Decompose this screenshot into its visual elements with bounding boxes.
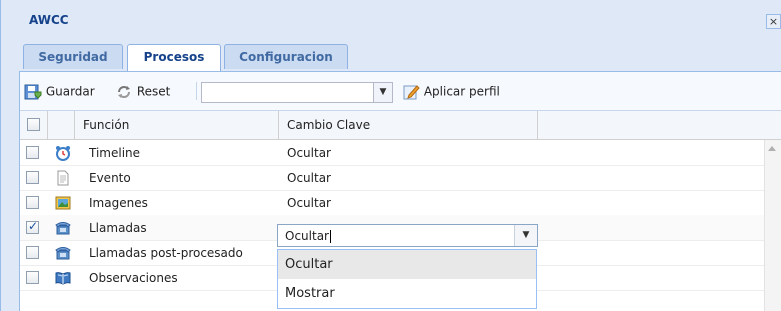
select-all-checkbox[interactable] [27,118,40,131]
chevron-down-icon[interactable]: ▼ [373,83,392,102]
save-icon [24,84,42,99]
cell-cambio-clave[interactable]: Ocultar [287,171,331,185]
option-ocultar[interactable]: Ocultar [278,250,536,279]
window-title: AWCC [29,13,69,27]
apply-profile-button[interactable]: Aplicar perfil [402,81,500,101]
table-row[interactable]: Evento Ocultar [20,165,765,191]
cell-funcion: Llamadas [89,221,147,235]
tab-procesos[interactable]: Procesos [127,44,221,71]
cell-funcion: Evento [89,171,131,185]
row-checkbox[interactable] [26,146,39,159]
cell-funcion: Observaciones [89,271,178,285]
cambio-clave-dropdown: Ocultar Mostrar [277,249,537,309]
toolbar-separator [196,82,197,100]
header-cambio-clave[interactable]: Cambio Clave [279,111,538,139]
telephone-icon [55,247,71,260]
cell-cambio-clave[interactable]: Ocultar [287,196,331,210]
apply-profile-label: Aplicar perfil [423,84,500,99]
cell-funcion: Imagenes [89,196,148,210]
header-select-all[interactable] [20,111,48,139]
cell-funcion: Llamadas post-procesado [89,246,243,260]
cell-funcion: Timeline [89,146,141,160]
tab-strip: Seguridad Procesos Configuracion [19,38,781,72]
row-checkbox[interactable] [26,196,39,209]
table-row[interactable]: Imagenes Ocultar [20,190,765,216]
edit-icon [403,84,420,99]
refresh-icon [118,85,130,98]
tab-seguridad[interactable]: Seguridad [23,44,123,69]
save-label: Guardar [45,84,95,99]
chevron-down-icon[interactable]: ▼ [514,225,537,246]
close-icon[interactable]: × [766,14,781,29]
toolbar: Guardar Reset ▼ Aplicar perfil [20,72,781,111]
grid-scrollbar[interactable] [764,140,781,311]
row-checkbox[interactable] [26,219,39,234]
row-checkbox[interactable] [26,271,39,284]
cambio-clave-editor[interactable]: Ocultar ▼ [277,224,538,247]
scroll-up-icon[interactable] [768,146,776,151]
editor-value-wrap: Ocultar [285,229,331,243]
grid-header: Función Cambio Clave [20,111,781,140]
window-titlebar: AWCC × [19,0,781,38]
cell-cambio-clave[interactable]: Ocultar [287,146,331,160]
editor-value: Ocultar [285,229,329,243]
image-icon [55,196,71,210]
table-row[interactable]: Timeline Ocultar [20,140,765,166]
header-funcion[interactable]: Función [75,111,279,139]
row-checkbox[interactable] [26,171,39,184]
alarm-clock-icon [56,146,70,161]
row-checkbox[interactable] [26,246,39,259]
option-mostrar[interactable]: Mostrar [278,279,536,308]
save-button[interactable]: Guardar [24,81,95,101]
text-caret [329,230,331,243]
book-icon [55,272,71,285]
document-icon [57,170,69,186]
header-icon-column [48,111,75,139]
reset-label: Reset [136,84,171,99]
tab-configuracion[interactable]: Configuracion [224,44,348,69]
profile-select[interactable]: ▼ [201,82,393,103]
reset-button[interactable]: Reset [115,81,170,101]
telephone-icon [55,222,71,235]
